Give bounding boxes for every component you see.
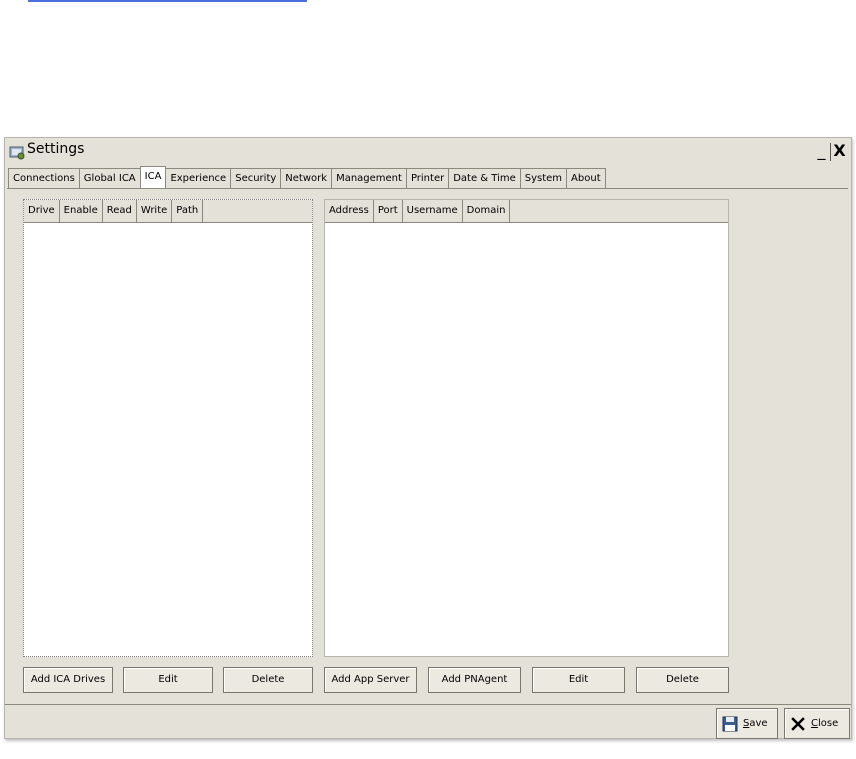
column-header-filler bbox=[203, 200, 312, 222]
drives-list-body[interactable] bbox=[24, 225, 312, 657]
tab-bar: Connections Global ICA ICA Experience Se… bbox=[8, 166, 606, 188]
tab-security[interactable]: Security bbox=[230, 168, 282, 188]
ica-tab-panel: Drive Enable Read Write Path Address Por… bbox=[7, 188, 848, 705]
add-app-server-button[interactable]: Add App Server bbox=[324, 667, 417, 693]
column-header-domain[interactable]: Domain bbox=[463, 200, 511, 222]
edit-server-button[interactable]: Edit bbox=[532, 667, 625, 693]
window-title: Settings bbox=[27, 141, 85, 157]
tab-management[interactable]: Management bbox=[331, 168, 407, 188]
ica-drives-list[interactable]: Drive Enable Read Write Path bbox=[23, 199, 313, 657]
close-x-icon bbox=[789, 715, 807, 733]
close-label: Close bbox=[811, 718, 839, 729]
servers-header-row: Address Port Username Domain bbox=[325, 200, 728, 223]
add-ica-drives-button[interactable]: Add ICA Drives bbox=[23, 667, 113, 693]
column-header-port[interactable]: Port bbox=[374, 200, 403, 222]
edit-drive-button[interactable]: Edit bbox=[123, 667, 213, 693]
column-header-read[interactable]: Read bbox=[103, 200, 137, 222]
close-button[interactable]: Close bbox=[784, 708, 850, 739]
tab-printer[interactable]: Printer bbox=[405, 168, 450, 188]
column-header-drive[interactable]: Drive bbox=[24, 200, 60, 222]
title-bar[interactable]: Settings _ X bbox=[5, 138, 851, 166]
column-header-username[interactable]: Username bbox=[403, 200, 463, 222]
close-window-button[interactable]: X bbox=[831, 143, 848, 161]
servers-list-body[interactable] bbox=[325, 223, 728, 655]
save-button[interactable]: Save bbox=[716, 708, 778, 739]
minimize-button[interactable]: _ bbox=[813, 143, 831, 161]
column-header-path[interactable]: Path bbox=[172, 200, 204, 222]
save-label: Save bbox=[743, 718, 768, 729]
column-header-address[interactable]: Address bbox=[325, 200, 374, 222]
top-link-underline[interactable] bbox=[28, 0, 307, 2]
tab-about[interactable]: About bbox=[566, 168, 606, 188]
app-servers-list[interactable]: Address Port Username Domain bbox=[324, 199, 729, 657]
delete-server-button[interactable]: Delete bbox=[636, 667, 729, 693]
delete-drive-button[interactable]: Delete bbox=[223, 667, 313, 693]
tab-date-time[interactable]: Date & Time bbox=[448, 168, 521, 188]
tab-connections[interactable]: Connections bbox=[8, 168, 80, 188]
tab-system[interactable]: System bbox=[519, 168, 568, 188]
footer-bar: Save Close bbox=[5, 704, 851, 739]
tab-network[interactable]: Network bbox=[280, 168, 333, 188]
add-pnagent-button[interactable]: Add PNAgent bbox=[428, 667, 521, 693]
column-header-filler bbox=[510, 200, 728, 222]
tab-ica[interactable]: ICA bbox=[139, 166, 167, 188]
tab-global-ica[interactable]: Global ICA bbox=[78, 168, 141, 188]
column-header-write[interactable]: Write bbox=[137, 200, 173, 222]
column-header-enable[interactable]: Enable bbox=[60, 200, 103, 222]
settings-window: Settings _ X Connections Global ICA ICA … bbox=[4, 137, 852, 739]
drives-header-row: Drive Enable Read Write Path bbox=[24, 200, 312, 223]
settings-app-icon bbox=[9, 144, 25, 160]
floppy-disk-icon bbox=[721, 715, 739, 733]
tab-experience[interactable]: Experience bbox=[165, 168, 232, 188]
